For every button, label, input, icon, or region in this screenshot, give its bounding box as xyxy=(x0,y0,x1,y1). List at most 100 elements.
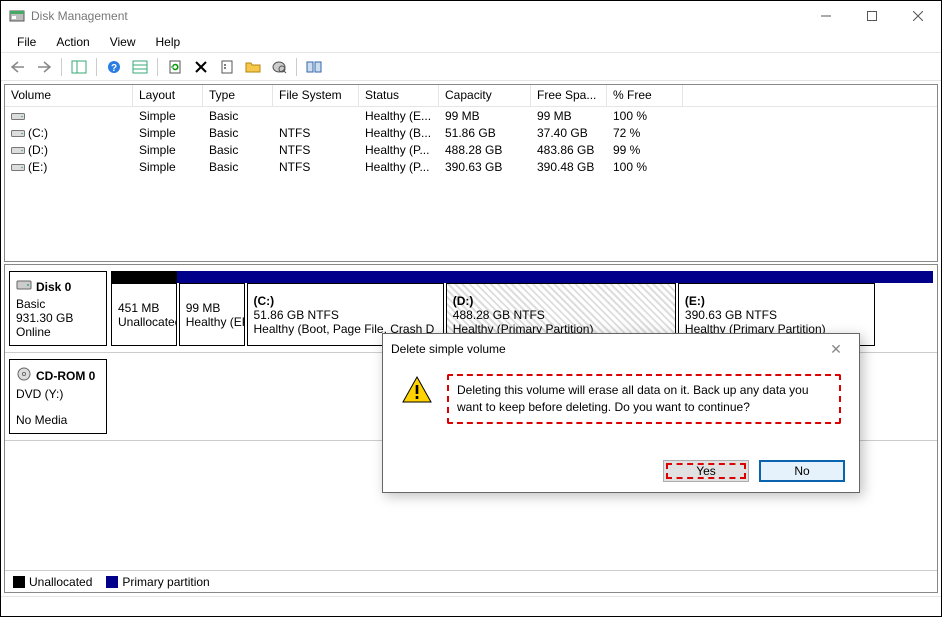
volume-capacity: 390.63 GB xyxy=(439,158,531,175)
volume-type: Basic xyxy=(203,158,273,175)
disk-name: Disk 0 xyxy=(36,280,71,294)
col-pctfree[interactable]: % Free xyxy=(607,85,683,106)
partition-size: 390.63 GB NTFS xyxy=(685,308,868,322)
volume-row[interactable]: (C:)SimpleBasicNTFSHealthy (B...51.86 GB… xyxy=(5,124,937,141)
volume-layout: Simple xyxy=(133,141,203,158)
volume-filesystem: NTFS xyxy=(273,158,359,175)
volume-freespace: 483.86 GB xyxy=(531,141,607,158)
close-button[interactable] xyxy=(895,1,941,31)
volume-freespace: 390.48 GB xyxy=(531,158,607,175)
col-filesystem[interactable]: File System xyxy=(273,85,359,106)
volume-capacity: 51.86 GB xyxy=(439,124,531,141)
view-settings-button[interactable] xyxy=(129,56,151,78)
col-layout[interactable]: Layout xyxy=(133,85,203,106)
volume-name: (C:) xyxy=(28,126,48,140)
more-actions-button[interactable] xyxy=(303,56,325,78)
menu-file[interactable]: File xyxy=(7,33,46,51)
disk-name: CD-ROM 0 xyxy=(36,369,95,383)
partition-size: 99 MB xyxy=(186,301,238,315)
volume-filesystem xyxy=(273,107,359,124)
disk-type: DVD (Y:) xyxy=(16,387,100,401)
dialog-titlebar: Delete simple volume ✕ xyxy=(383,334,859,364)
drive-icon xyxy=(11,161,25,173)
toolbar: ? xyxy=(1,53,941,81)
volume-list[interactable]: Volume Layout Type File System Status Ca… xyxy=(4,84,938,262)
app-icon xyxy=(9,8,25,24)
dialog-no-button[interactable]: No xyxy=(759,460,845,482)
statusbar xyxy=(1,596,941,616)
partition-label: (E:) xyxy=(685,294,868,308)
disk-type: Basic xyxy=(16,297,100,311)
disk-info[interactable]: Disk 0 Basic931.30 GBOnline xyxy=(9,271,107,346)
partition-size: 51.86 GB NTFS xyxy=(254,308,437,322)
dialog-title: Delete simple volume xyxy=(391,342,821,356)
disk-icon xyxy=(16,278,32,295)
volume-row[interactable]: (D:)SimpleBasicNTFSHealthy (P...488.28 G… xyxy=(5,141,937,158)
volume-filesystem: NTFS xyxy=(273,141,359,158)
menu-help[interactable]: Help xyxy=(146,33,191,51)
volume-freespace: 99 MB xyxy=(531,107,607,124)
partition-size: 488.28 GB NTFS xyxy=(453,308,669,322)
volume-layout: Simple xyxy=(133,124,203,141)
forward-button[interactable] xyxy=(33,56,55,78)
legend-swatch-primary xyxy=(106,576,118,588)
volume-pctfree: 99 % xyxy=(607,141,683,158)
partition-status: Healthy (EFI xyxy=(186,315,238,329)
properties-button[interactable] xyxy=(216,56,238,78)
open-button[interactable] xyxy=(242,56,264,78)
partition-header-segment xyxy=(177,271,933,283)
disk-icon xyxy=(16,366,32,385)
disk-status: Online xyxy=(16,325,100,339)
drive-icon xyxy=(11,144,25,156)
minimize-button[interactable] xyxy=(803,1,849,31)
disk-info[interactable]: CD-ROM 0 DVD (Y:) No Media xyxy=(9,359,107,434)
menu-view[interactable]: View xyxy=(100,33,146,51)
maximize-button[interactable] xyxy=(849,1,895,31)
volume-layout: Simple xyxy=(133,107,203,124)
col-status[interactable]: Status xyxy=(359,85,439,106)
rescan-button[interactable] xyxy=(268,56,290,78)
legend-primary: Primary partition xyxy=(122,575,209,589)
volume-type: Basic xyxy=(203,141,273,158)
menu-action[interactable]: Action xyxy=(46,33,99,51)
legend-swatch-unallocated xyxy=(13,576,25,588)
volume-pctfree: 100 % xyxy=(607,158,683,175)
disk-status: No Media xyxy=(16,413,100,427)
volume-list-header: Volume Layout Type File System Status Ca… xyxy=(5,85,937,107)
col-type[interactable]: Type xyxy=(203,85,273,106)
col-capacity[interactable]: Capacity xyxy=(439,85,531,106)
dialog-close-button[interactable]: ✕ xyxy=(821,341,851,358)
volume-freespace: 37.40 GB xyxy=(531,124,607,141)
volume-status: Healthy (B... xyxy=(359,124,439,141)
col-freespace[interactable]: Free Spa... xyxy=(531,85,607,106)
legend-unallocated: Unallocated xyxy=(29,575,92,589)
delete-volume-dialog: Delete simple volume ✕ Deleting this vol… xyxy=(382,333,860,493)
partition-box[interactable]: 451 MBUnallocated xyxy=(111,283,177,346)
drive-icon xyxy=(11,127,25,139)
svg-text:?: ? xyxy=(111,63,117,74)
disk-size: 931.30 GB xyxy=(16,311,100,325)
help-button[interactable]: ? xyxy=(103,56,125,78)
volume-pctfree: 100 % xyxy=(607,107,683,124)
volume-row[interactable]: (E:)SimpleBasicNTFSHealthy (P...390.63 G… xyxy=(5,158,937,175)
volume-name: (E:) xyxy=(28,160,47,174)
dialog-yes-button[interactable]: Yes xyxy=(663,460,749,482)
refresh-button[interactable] xyxy=(164,56,186,78)
back-button[interactable] xyxy=(7,56,29,78)
partition-label: (D:) xyxy=(453,294,669,308)
col-volume[interactable]: Volume xyxy=(5,85,133,106)
show-hide-console-button[interactable] xyxy=(68,56,90,78)
volume-status: Healthy (P... xyxy=(359,141,439,158)
volume-pctfree: 72 % xyxy=(607,124,683,141)
volume-row[interactable]: SimpleBasicHealthy (E...99 MB99 MB100 % xyxy=(5,107,937,124)
volume-type: Basic xyxy=(203,107,273,124)
volume-capacity: 99 MB xyxy=(439,107,531,124)
disk-management-window: Disk Management File Action View Help ? xyxy=(0,0,942,617)
partition-label: (C:) xyxy=(254,294,437,308)
delete-button[interactable] xyxy=(190,56,212,78)
dialog-message: Deleting this volume will erase all data… xyxy=(447,374,841,424)
partition-box[interactable]: 99 MBHealthy (EFI xyxy=(179,283,245,346)
window-title: Disk Management xyxy=(31,9,803,23)
volume-capacity: 488.28 GB xyxy=(439,141,531,158)
volume-status: Healthy (P... xyxy=(359,158,439,175)
